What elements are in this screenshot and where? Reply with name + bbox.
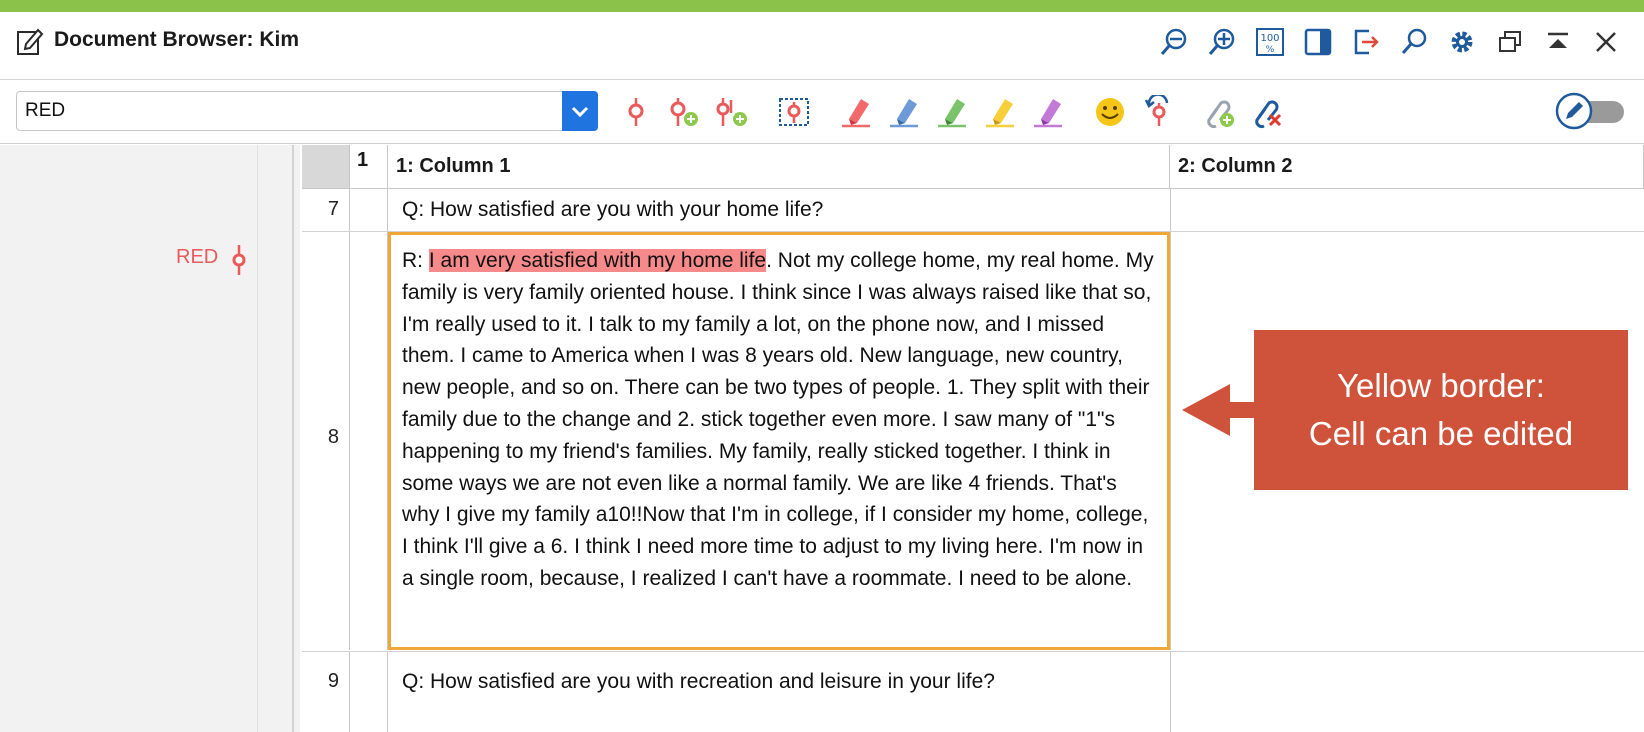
callout-arrow-icon [1182,384,1258,436]
title-bar: Document Browser: Kim 100% [0,12,1644,80]
collapse-icon [1548,32,1568,48]
edit-mode-toggle[interactable] [1554,91,1626,131]
callout-line-1: Yellow border: [1337,367,1545,404]
table-cell[interactable]: Q: How satisfied are you with your home … [388,189,1170,231]
coding-tools [612,89,1292,135]
code-area-button[interactable] [770,89,818,135]
highlight-red-icon [842,99,870,128]
svg-text:%: % [1266,45,1275,55]
code-button[interactable] [612,89,660,135]
highlight-green-button[interactable] [928,89,976,135]
highlight-yellow-icon [986,99,1014,128]
column-number-header: 1 [350,145,388,189]
code-area-icon [779,98,809,126]
chevron-down-icon[interactable] [562,91,598,131]
undock-button[interactable] [1486,20,1534,64]
window-title: Document Browser: Kim [54,28,300,51]
table-cell[interactable]: Q: How satisfied are you with recreation… [388,652,1170,732]
column-header-2[interactable]: 2: Column 2 [1170,145,1644,189]
highlight-blue-icon [890,99,918,128]
margin-divider-2 [292,145,294,732]
link-add-button[interactable] [1196,89,1244,135]
undo-code-button[interactable] [1134,89,1182,135]
callout-annotation: Yellow border: Cell can be edited [1254,330,1628,490]
zoom-out-icon [1160,28,1187,55]
settings-button[interactable] [1438,20,1486,64]
margin-code-label[interactable]: RED [176,246,218,269]
link-remove-button[interactable] [1244,89,1292,135]
link-add-icon [1207,100,1234,128]
callout-line-2: Cell can be edited [1308,415,1574,452]
search-icon [1401,28,1427,54]
row-gutter [350,652,388,732]
cell-prefix: R: [402,249,429,272]
highlight-red-button[interactable] [832,89,880,135]
link-remove-icon [1255,100,1282,128]
undock-icon [1499,31,1521,52]
edit-document-icon [17,28,44,55]
undo-code-icon [1144,95,1169,126]
row-gutter [350,232,388,650]
emoticon-icon [1096,98,1124,126]
row-number[interactable]: 9 [302,652,350,732]
code-in-vivo-button[interactable] [708,89,756,135]
export-button[interactable] [1342,20,1390,64]
margin-divider [257,145,258,732]
highlight-green-icon [938,99,966,128]
row-number[interactable]: 8 [302,232,350,650]
row-number[interactable]: 7 [302,189,350,231]
coded-highlight[interactable]: I am very satisfied with my home life [428,249,767,272]
table-corner[interactable] [302,145,350,189]
zoom-100-button[interactable]: 100% [1246,20,1294,64]
export-icon [1354,29,1379,55]
panel-toggle-icon [1304,28,1332,56]
table-cell-col2[interactable] [1170,189,1644,231]
code-add-icon [670,98,698,126]
column-header-1[interactable]: 1: Column 1 [388,145,1170,189]
zoom-in-button[interactable] [1198,20,1246,64]
zoom-100-icon: 100% [1256,28,1284,56]
code-icon [628,98,644,126]
code-add-button[interactable] [660,89,708,135]
code-select-dropdown[interactable]: RED [16,91,598,131]
panel-toggle-button[interactable] [1294,20,1342,64]
gear-icon [1451,31,1473,53]
emoticon-button[interactable] [1086,89,1134,135]
code-in-vivo-icon [716,98,747,126]
cell-text: . Not my college home, my real home. My … [402,249,1154,590]
close-button[interactable] [1582,20,1630,64]
highlight-blue-button[interactable] [880,89,928,135]
table-cell-col2[interactable] [1170,652,1644,732]
coding-margin [0,145,300,732]
zoom-out-button[interactable] [1150,20,1198,64]
code-pin-icon[interactable] [230,245,248,275]
editable-table-cell[interactable]: R: I am very satisfied with my home life… [388,232,1170,650]
window-accent-bar [0,0,1644,12]
highlight-purple-button[interactable] [1024,89,1072,135]
zoom-in-icon [1208,28,1235,55]
highlight-yellow-button[interactable] [976,89,1024,135]
code-select-value: RED [25,100,66,121]
close-icon [1596,32,1616,52]
svg-text:100: 100 [1260,33,1279,44]
row-gutter [350,189,388,231]
collapse-button[interactable] [1534,20,1582,64]
highlight-purple-icon [1034,99,1062,128]
title-toolbar: 100% [1150,20,1630,64]
search-button[interactable] [1390,20,1438,64]
coding-toolbar: RED [0,81,1644,144]
